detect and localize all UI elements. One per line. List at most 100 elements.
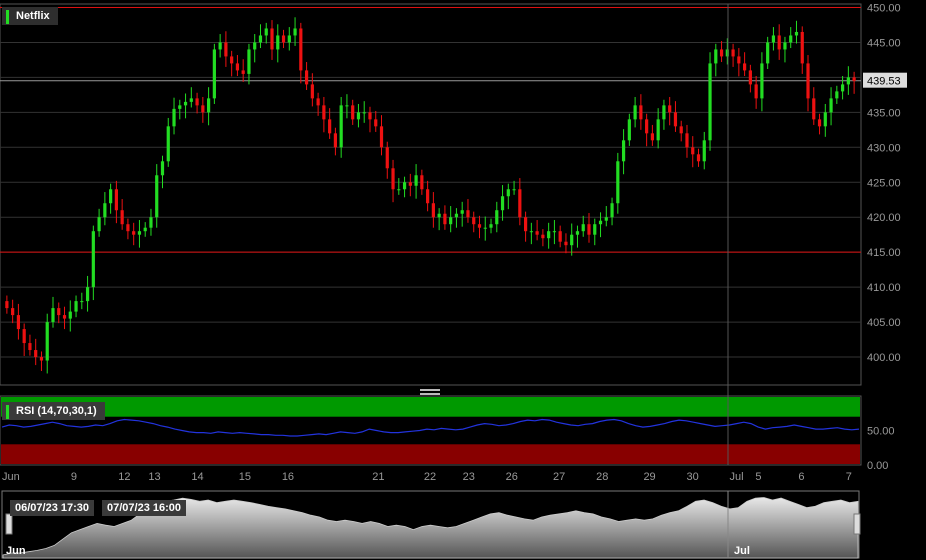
candle-body[interactable] xyxy=(835,91,839,99)
candle-body[interactable] xyxy=(610,203,614,218)
price-plot-area[interactable] xyxy=(0,3,862,386)
candle-body[interactable] xyxy=(731,49,735,57)
candle-body[interactable] xyxy=(149,217,153,228)
candle-body[interactable] xyxy=(391,168,395,190)
candle-body[interactable] xyxy=(189,98,193,102)
candle-body[interactable] xyxy=(829,98,833,113)
candle-body[interactable] xyxy=(299,28,303,71)
candle-body[interactable] xyxy=(426,189,430,204)
candle-body[interactable] xyxy=(541,234,545,239)
candle-body[interactable] xyxy=(287,35,291,43)
candle-body[interactable] xyxy=(351,105,355,120)
candle-body[interactable] xyxy=(696,154,701,162)
candle-body[interactable] xyxy=(500,196,505,211)
candle-body[interactable] xyxy=(207,98,211,113)
candle-body[interactable] xyxy=(598,220,603,225)
candle-body[interactable] xyxy=(449,217,453,225)
candle-body[interactable] xyxy=(22,329,26,344)
candle-body[interactable] xyxy=(581,224,585,232)
candle-body[interactable] xyxy=(846,77,850,85)
candle-body[interactable] xyxy=(126,224,130,232)
candle-body[interactable] xyxy=(45,322,49,361)
candle-body[interactable] xyxy=(639,105,643,120)
candle-body[interactable] xyxy=(178,105,182,109)
candle-body[interactable] xyxy=(16,315,21,330)
candle-body[interactable] xyxy=(109,189,113,204)
candle-body[interactable] xyxy=(74,301,78,312)
candle-body[interactable] xyxy=(431,203,435,218)
candle-body[interactable] xyxy=(800,31,804,64)
candle-body[interactable] xyxy=(806,63,810,99)
candle-body[interactable] xyxy=(593,224,597,235)
candle-body[interactable] xyxy=(627,119,631,141)
candle-body[interactable] xyxy=(11,308,15,316)
candle-body[interactable] xyxy=(276,35,280,50)
candle-body[interactable] xyxy=(258,35,263,43)
candle-body[interactable] xyxy=(714,49,718,64)
panel-splitter-handle[interactable] xyxy=(420,393,440,395)
candle-body[interactable] xyxy=(823,112,827,127)
candle-body[interactable] xyxy=(281,35,286,43)
candle-body[interactable] xyxy=(183,101,188,106)
candle-body[interactable] xyxy=(397,189,401,191)
candle-body[interactable] xyxy=(506,189,510,197)
candle-body[interactable] xyxy=(794,31,799,36)
candle-body[interactable] xyxy=(852,77,856,81)
candle-body[interactable] xyxy=(270,28,274,50)
candle-body[interactable] xyxy=(587,224,591,235)
candle-body[interactable] xyxy=(454,213,459,218)
candle-body[interactable] xyxy=(552,231,557,233)
candle-body[interactable] xyxy=(316,98,320,106)
chart-canvas[interactable]: 450.00445.00440.00435.00430.00425.00420.… xyxy=(0,0,926,560)
candle-body[interactable] xyxy=(339,105,343,148)
candle-body[interactable] xyxy=(230,56,234,64)
candle-body[interactable] xyxy=(518,189,522,218)
candle-body[interactable] xyxy=(132,231,136,235)
candle-body[interactable] xyxy=(201,105,205,113)
candle-body[interactable] xyxy=(783,42,787,50)
candle-body[interactable] xyxy=(374,119,378,127)
candle-body[interactable] xyxy=(523,217,528,232)
candle-body[interactable] xyxy=(575,231,580,235)
candle-body[interactable] xyxy=(51,308,55,323)
candle-body[interactable] xyxy=(719,49,724,57)
candle-body[interactable] xyxy=(650,133,654,141)
candle-body[interactable] xyxy=(103,203,107,218)
candle-body[interactable] xyxy=(702,140,706,162)
candle-body[interactable] xyxy=(633,105,637,120)
candle-body[interactable] xyxy=(356,112,361,120)
candle-body[interactable] xyxy=(310,84,314,99)
candle-body[interactable] xyxy=(155,175,159,218)
candle-body[interactable] xyxy=(547,231,551,239)
candle-body[interactable] xyxy=(212,49,216,99)
candle-body[interactable] xyxy=(402,182,407,190)
candle-body[interactable] xyxy=(57,308,61,316)
candle-body[interactable] xyxy=(685,133,689,148)
candle-body[interactable] xyxy=(535,231,539,235)
candle-body[interactable] xyxy=(91,231,95,288)
candle-body[interactable] xyxy=(166,126,170,162)
candle-body[interactable] xyxy=(97,217,101,232)
candle-body[interactable] xyxy=(564,241,568,246)
candle-body[interactable] xyxy=(558,231,562,242)
candle-body[interactable] xyxy=(570,234,574,246)
candle-body[interactable] xyxy=(224,42,228,57)
candle-body[interactable] xyxy=(362,112,366,114)
candle-body[interactable] xyxy=(529,231,533,233)
candle-body[interactable] xyxy=(143,227,147,232)
symbol-label[interactable]: Netflix xyxy=(2,7,58,25)
candle-body[interactable] xyxy=(766,42,770,64)
candle-body[interactable] xyxy=(616,161,620,204)
candle-body[interactable] xyxy=(483,227,487,229)
candle-body[interactable] xyxy=(748,70,752,85)
candle-body[interactable] xyxy=(789,35,793,43)
candle-body[interactable] xyxy=(62,315,67,319)
candle-body[interactable] xyxy=(253,42,257,50)
navigator-left-handle[interactable] xyxy=(5,513,13,535)
candle-body[interactable] xyxy=(114,189,118,211)
candle-body[interactable] xyxy=(85,287,90,302)
candle-body[interactable] xyxy=(420,175,424,190)
candle-body[interactable] xyxy=(345,105,349,107)
candle-body[interactable] xyxy=(645,119,649,134)
candle-body[interactable] xyxy=(437,213,441,218)
